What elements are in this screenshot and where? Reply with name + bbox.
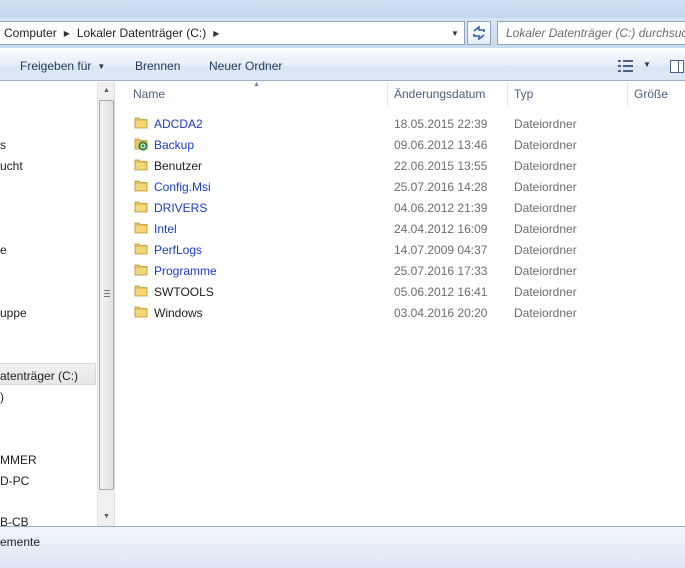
file-type: Dateiordner — [514, 264, 577, 278]
nav-item[interactable]: B-CB — [0, 515, 29, 526]
nav-scrollbar[interactable]: ▲ ▼ — [97, 82, 114, 526]
file-modified-date: 24.04.2012 16:09 — [394, 222, 488, 236]
file-modified-date: 25.07.2016 17:33 — [394, 264, 488, 278]
folder-icon — [134, 305, 148, 321]
new-folder-button[interactable]: Neuer Ordner — [209, 59, 282, 73]
address-row: Computer ▶ Lokaler Datenträger (C:) ▶ ▼ — [0, 18, 685, 48]
file-type: Dateiordner — [514, 138, 577, 152]
status-bar: emente — [0, 526, 685, 568]
file-name[interactable]: Intel — [154, 222, 177, 236]
file-modified-date: 05.06.2012 16:41 — [394, 285, 488, 299]
file-row[interactable]: Intel 24.04.2012 16:09 Dateiordner — [116, 218, 685, 239]
file-modified-date: 14.07.2009 04:37 — [394, 243, 488, 257]
chevron-down-icon[interactable]: ▼ — [446, 22, 464, 44]
file-type: Dateiordner — [514, 306, 577, 320]
nav-item[interactable]: e — [0, 243, 7, 257]
folder-icon — [134, 116, 148, 132]
breadcrumb-local-disk[interactable]: Lokaler Datenträger (C:) — [73, 26, 210, 40]
file-row[interactable]: DRIVERS 04.06.2012 21:39 Dateiordner — [116, 197, 685, 218]
file-row[interactable]: ADCDA2 18.05.2015 22:39 Dateiordner — [116, 113, 685, 134]
nav-item[interactable]: ucht — [0, 159, 23, 173]
file-modified-date: 25.07.2016 14:28 — [394, 180, 488, 194]
share-with-label: Freigeben für — [20, 59, 92, 73]
file-type: Dateiordner — [514, 285, 577, 299]
nav-item[interactable]: uppe — [0, 306, 27, 320]
status-item-count: emente — [0, 535, 41, 549]
folder-icon — [134, 263, 148, 279]
file-type: Dateiordner — [514, 159, 577, 173]
file-type: Dateiordner — [514, 222, 577, 236]
search-box[interactable] — [497, 21, 685, 45]
file-modified-date: 18.05.2015 22:39 — [394, 117, 488, 131]
nav-item[interactable]: ) — [0, 390, 4, 404]
address-bar[interactable]: Computer ▶ Lokaler Datenträger (C:) ▶ ▼ — [0, 21, 465, 45]
file-name[interactable]: Programme — [154, 264, 217, 278]
new-folder-label: Neuer Ordner — [209, 59, 283, 73]
view-options-chevron-icon[interactable]: ▼ — [643, 60, 651, 69]
file-row[interactable]: Config.Msi 25.07.2016 14:28 Dateiordner — [116, 176, 685, 197]
scroll-up-icon[interactable]: ▲ — [98, 82, 114, 99]
file-name[interactable]: Benutzer — [154, 159, 202, 173]
file-list: ▲ Name Änderungsdatum Typ Größe ADCDA2 18… — [116, 81, 685, 526]
file-name[interactable]: SWTOOLS — [154, 285, 214, 299]
file-modified-date: 03.04.2016 20:20 — [394, 306, 488, 320]
nav-item[interactable]: MMER — [0, 453, 37, 467]
file-row[interactable]: Backup 09.06.2012 13:46 Dateiordner — [116, 134, 685, 155]
backup-folder-icon — [134, 137, 150, 154]
file-row[interactable]: Programme 25.07.2016 17:33 Dateiordner — [116, 260, 685, 281]
file-modified-date: 22.06.2015 13:55 — [394, 159, 488, 173]
file-modified-date: 04.06.2012 21:39 — [394, 201, 488, 215]
scrollbar-grip-icon — [104, 290, 110, 297]
file-name[interactable]: Backup — [154, 138, 194, 152]
command-bar: Freigeben für ▼ Brennen Neuer Ordner ▼ — [0, 50, 685, 81]
folder-icon — [134, 200, 148, 216]
scroll-down-icon[interactable]: ▼ — [98, 508, 114, 525]
file-name[interactable]: PerfLogs — [154, 243, 202, 257]
file-type: Dateiordner — [514, 180, 577, 194]
refresh-icon — [473, 26, 485, 40]
folder-icon — [134, 179, 148, 195]
file-row[interactable]: SWTOOLS 05.06.2012 16:41 Dateiordner — [116, 281, 685, 302]
breadcrumb: Computer ▶ Lokaler Datenträger (C:) ▶ — [0, 26, 222, 40]
scrollbar-thumb[interactable] — [99, 100, 114, 490]
folder-icon — [134, 284, 148, 300]
search-input[interactable] — [506, 26, 685, 40]
chevron-right-icon[interactable]: ▶ — [61, 29, 73, 38]
column-header-name[interactable]: Name — [127, 82, 388, 106]
file-modified-date: 09.06.2012 13:46 — [394, 138, 488, 152]
share-with-button[interactable]: Freigeben für ▼ — [20, 59, 105, 73]
change-view-icon[interactable] — [618, 60, 636, 72]
nav-item[interactable]: D-PC — [0, 474, 29, 488]
burn-button[interactable]: Brennen — [135, 59, 180, 73]
window-title-strip — [0, 0, 685, 18]
file-name[interactable]: Windows — [154, 306, 203, 320]
file-name[interactable]: DRIVERS — [154, 201, 207, 215]
folder-icon — [134, 242, 148, 258]
column-header-size[interactable]: Größe — [628, 82, 685, 106]
navigation-pane: s ucht e uppe atenträger (C:) ) MMER D-P… — [0, 82, 115, 526]
file-type: Dateiordner — [514, 117, 577, 131]
file-row[interactable]: Benutzer 22.06.2015 13:55 Dateiordner — [116, 155, 685, 176]
file-name[interactable]: ADCDA2 — [154, 117, 203, 131]
file-type: Dateiordner — [514, 243, 577, 257]
nav-item-local-disk[interactable]: atenträger (C:) — [0, 369, 78, 383]
file-name[interactable]: Config.Msi — [154, 180, 211, 194]
file-row[interactable]: Windows 03.04.2016 20:20 Dateiordner — [116, 302, 685, 323]
column-header-type[interactable]: Typ — [508, 82, 628, 106]
file-type: Dateiordner — [514, 201, 577, 215]
refresh-button[interactable] — [467, 21, 491, 45]
burn-label: Brennen — [135, 59, 181, 73]
chevron-right-icon[interactable]: ▶ — [210, 29, 222, 38]
folder-icon — [134, 221, 148, 237]
breadcrumb-computer[interactable]: Computer — [0, 26, 61, 40]
nav-item[interactable]: s — [0, 138, 6, 152]
column-header-modified[interactable]: Änderungsdatum — [388, 82, 508, 106]
chevron-down-icon: ▼ — [97, 61, 106, 71]
folder-icon — [134, 158, 148, 174]
preview-pane-icon[interactable] — [670, 60, 684, 73]
file-row[interactable]: PerfLogs 14.07.2009 04:37 Dateiordner — [116, 239, 685, 260]
